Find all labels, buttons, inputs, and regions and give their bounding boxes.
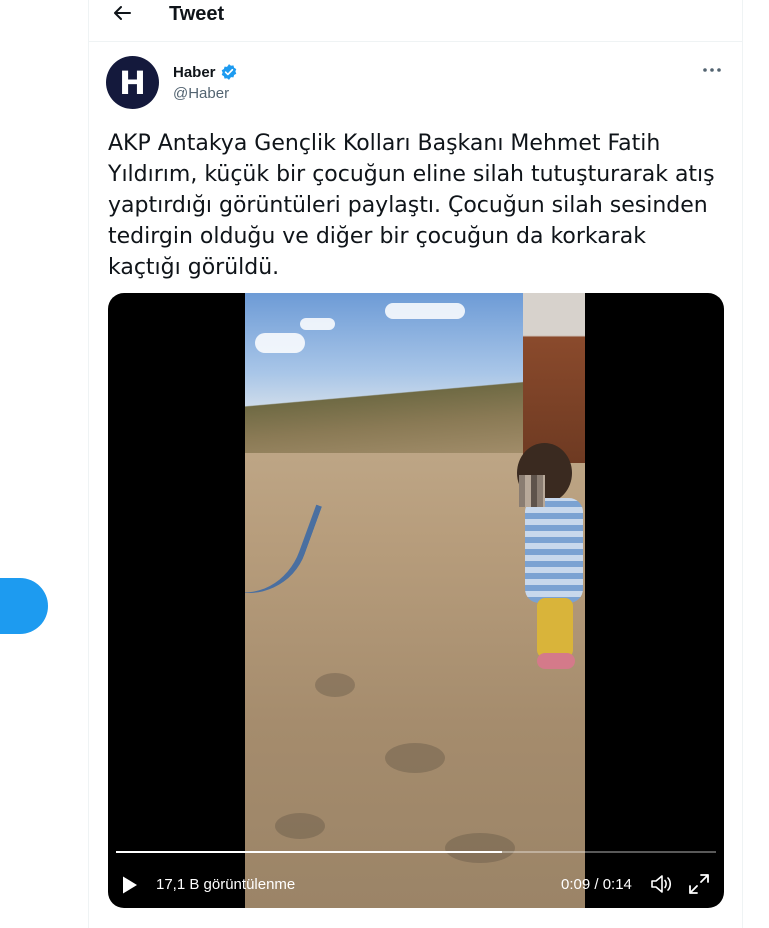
face-blur <box>519 475 545 507</box>
video-time: 0:09 / 0:14 <box>561 876 632 893</box>
play-icon <box>123 876 137 894</box>
tweet-text-line: AKP Antakya Gençlik Kolları Başkanı Mehm… <box>108 131 661 156</box>
tweet-text-line: Yıldırım, küçük bir çocuğun eline silah … <box>108 162 715 187</box>
volume-icon <box>651 875 672 893</box>
tweet-text-line: yaptırdığı görüntüleri paylaştı. Çocuğun… <box>108 193 708 218</box>
back-arrow-icon <box>114 6 131 20</box>
floating-action-button[interactable] <box>0 578 48 634</box>
top-bar: Tweet <box>89 0 742 42</box>
video-progress-fill <box>116 851 502 853</box>
view-count: 17,1 B görüntülenme <box>156 876 296 893</box>
video-controls: 17,1 B görüntülenme 0:09 / 0:14 <box>108 867 724 901</box>
tweet-text: AKP Antakya Gençlik Kolları Başkanı Mehm… <box>108 128 728 283</box>
video-wall <box>523 293 585 463</box>
video-hose <box>245 486 323 610</box>
tweet-column: Tweet H Haber @Haber AKP Antakya Gençlik… <box>88 0 743 928</box>
video-frame[interactable] <box>245 293 585 908</box>
video-progress-bar[interactable] <box>116 851 716 853</box>
play-button[interactable] <box>121 875 139 900</box>
avatar[interactable]: H <box>106 56 159 109</box>
fullscreen-button[interactable] <box>688 873 710 900</box>
more-dots-icon <box>703 68 721 72</box>
verified-badge-icon <box>221 64 236 80</box>
more-options-button[interactable] <box>702 60 722 80</box>
avatar-letter: H <box>119 63 146 102</box>
page-title: Tweet <box>169 3 225 25</box>
video-child <box>507 443 585 683</box>
author-name-row[interactable]: Haber <box>173 63 238 81</box>
video-player[interactable]: 17,1 B görüntülenme 0:09 / 0:14 <box>108 293 724 908</box>
author-handle[interactable]: @Haber <box>173 85 229 102</box>
tweet-text-line: kaçtığı görüldü. <box>108 255 280 280</box>
tweet-text-line: tedirgin olduğu ve diğer bir çocuğun da … <box>108 224 647 249</box>
back-button[interactable] <box>109 2 135 24</box>
author-name: Haber <box>173 63 216 81</box>
volume-button[interactable] <box>649 873 673 900</box>
expand-icon <box>689 874 709 894</box>
